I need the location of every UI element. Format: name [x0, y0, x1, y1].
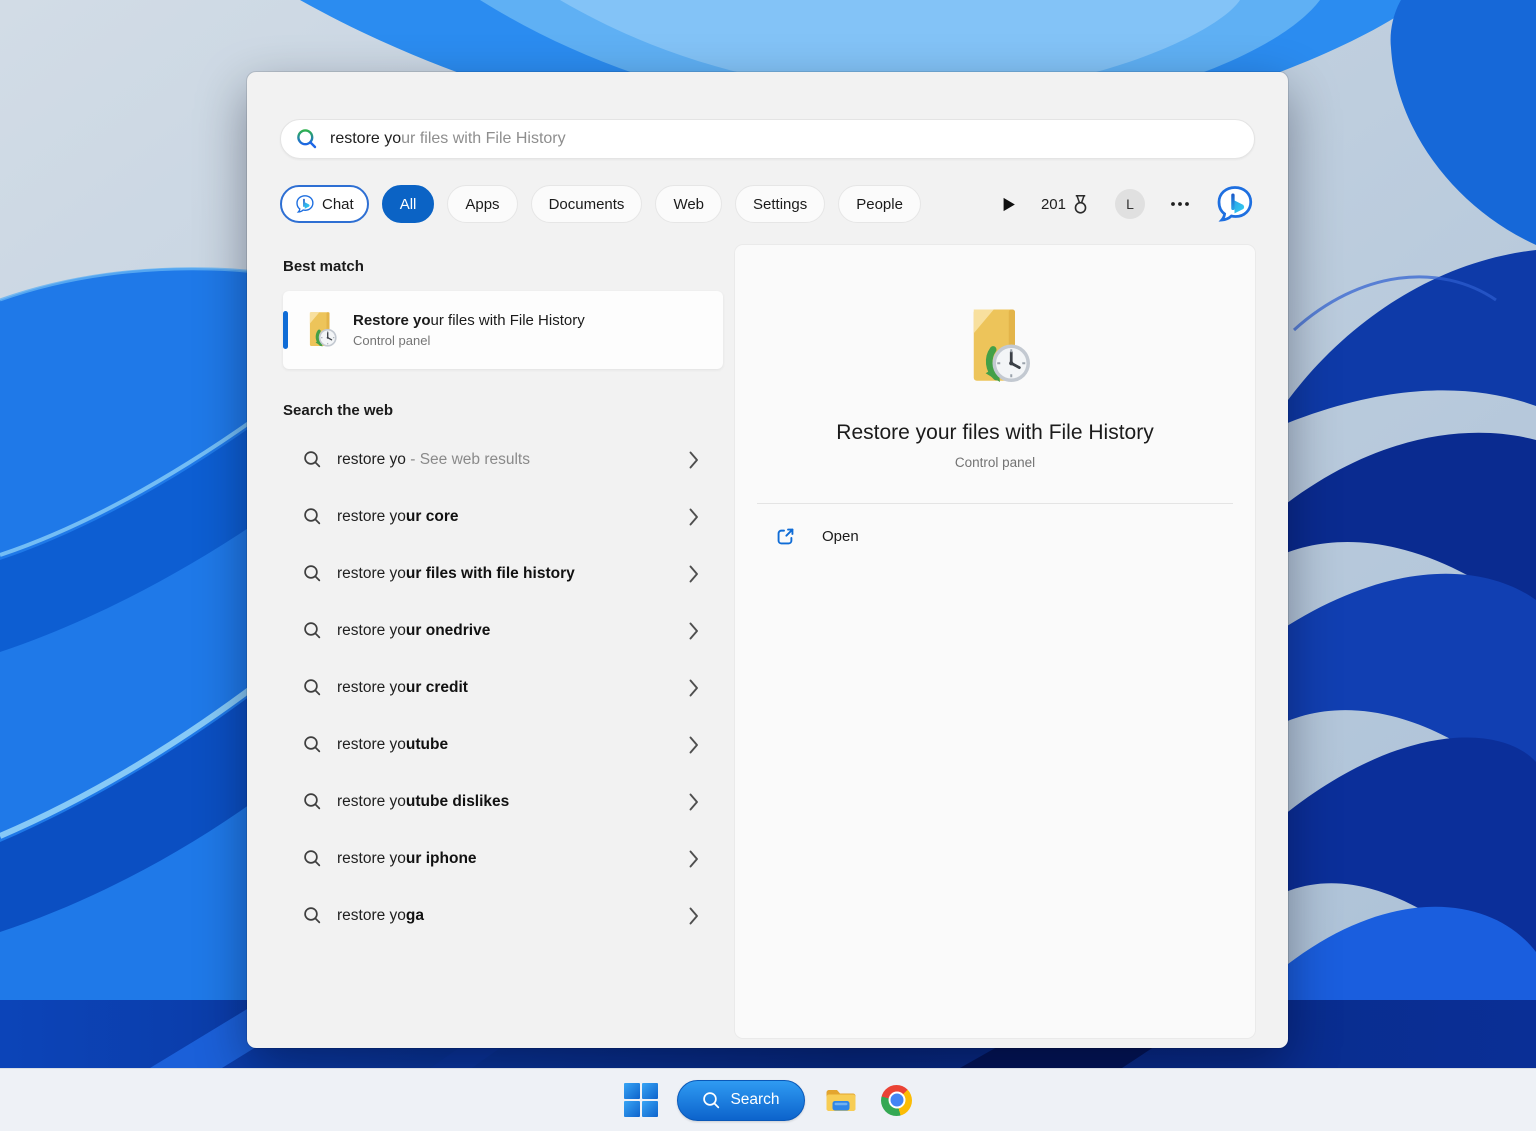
- best-match-subtitle: Control panel: [353, 333, 431, 348]
- suggestion-search-icon: [303, 678, 322, 697]
- suggestion-search-icon: [303, 564, 322, 583]
- tab-chat-label: Chat: [322, 195, 354, 213]
- windows-logo-icon: [624, 1083, 658, 1117]
- bing-chat-icon: [295, 194, 315, 214]
- tab-settings[interactable]: Settings: [735, 185, 826, 223]
- best-match-title: Restore your files with File History: [353, 312, 585, 329]
- web-suggestion-row[interactable]: restore yoga: [283, 887, 723, 944]
- preview-title: Restore your files with File History: [836, 421, 1154, 444]
- web-suggestion-row[interactable]: restore your credit: [283, 659, 723, 716]
- suggestion-text: restore your iphone: [337, 849, 477, 867]
- chevron-right-icon: [689, 451, 699, 469]
- search-gradient-icon: [296, 128, 318, 150]
- open-external-icon: [775, 526, 796, 547]
- suggestion-search-icon: [303, 849, 322, 868]
- desktop: restore your files with File History Cha…: [0, 0, 1536, 1131]
- web-suggestion-row[interactable]: restore your core: [283, 488, 723, 545]
- taskbar: Search: [0, 1068, 1536, 1131]
- avatar-initial: L: [1126, 196, 1134, 212]
- suggestion-search-icon: [303, 621, 322, 640]
- rewards-points: 201: [1040, 195, 1066, 213]
- chevron-right-icon: [689, 565, 699, 583]
- expand-filters-play-icon[interactable]: [1003, 197, 1016, 212]
- suggestion-text: restore your core: [337, 507, 459, 525]
- file-history-icon: [301, 311, 339, 349]
- chevron-right-icon: [689, 508, 699, 526]
- file-explorer-button[interactable]: [820, 1082, 862, 1118]
- suggestion-text: restore youtube: [337, 735, 449, 753]
- chevron-right-icon: [689, 679, 699, 697]
- chrome-icon: [881, 1084, 912, 1116]
- tab-web[interactable]: Web: [655, 185, 723, 223]
- suggestion-text: restore your credit: [337, 678, 468, 696]
- preview-pane: Restore your files with File History Con…: [735, 245, 1255, 1038]
- tab-apps[interactable]: Apps: [447, 185, 518, 223]
- open-label: Open: [822, 528, 859, 545]
- suggestion-text: restore your files with file history: [337, 564, 575, 582]
- web-suggestion-row[interactable]: restore youtube: [283, 716, 723, 773]
- chrome-button[interactable]: [877, 1081, 916, 1120]
- suggestion-search-icon: [303, 735, 322, 754]
- filter-bar-right-cluster: 201 L: [1003, 184, 1255, 224]
- best-match-text: Restore your files with File History Con…: [353, 312, 585, 348]
- taskbar-search-icon: [702, 1091, 721, 1110]
- results-column: Best match Restore your files with File …: [283, 258, 723, 944]
- tab-all[interactable]: All: [381, 185, 435, 223]
- suggestion-search-icon: [303, 906, 322, 925]
- search-the-web-label: Search the web: [283, 402, 394, 419]
- chevron-right-icon: [689, 907, 699, 925]
- web-suggestion-row[interactable]: restore youtube dislikes: [283, 773, 723, 830]
- suggestion-text: restore yoga: [337, 906, 425, 924]
- preview-divider: [757, 503, 1233, 504]
- start-button[interactable]: [620, 1079, 662, 1121]
- suggestion-text: restore yo - See web results: [337, 450, 530, 468]
- chevron-right-icon: [689, 793, 699, 811]
- rewards-medal-icon: [1071, 194, 1090, 215]
- file-history-large-icon: [955, 307, 1035, 387]
- suggestion-search-icon: [303, 792, 322, 811]
- best-match-accent-bar: [283, 311, 288, 349]
- search-flyout-panel: restore your files with File History Cha…: [247, 72, 1288, 1048]
- tab-chat[interactable]: Chat: [280, 185, 369, 223]
- user-avatar[interactable]: L: [1115, 189, 1145, 219]
- search-query-text: restore your files with File History: [330, 130, 566, 148]
- taskbar-search-button[interactable]: Search: [677, 1079, 805, 1121]
- search-typed-text: restore yo: [330, 130, 402, 147]
- rewards-counter[interactable]: 201: [1041, 194, 1090, 215]
- filter-pills: All Apps Documents Web Settings People: [381, 185, 921, 223]
- suggestion-search-icon: [303, 450, 322, 469]
- preview-subtitle: Control panel: [954, 455, 1036, 470]
- best-match-result[interactable]: Restore your files with File History Con…: [283, 291, 723, 369]
- web-suggestions: restore yo - See web results restore your…: [283, 431, 723, 944]
- tab-people[interactable]: People: [838, 185, 921, 223]
- search-input[interactable]: restore your files with File History: [280, 119, 1255, 159]
- open-action[interactable]: Open: [775, 526, 1255, 547]
- web-suggestion-row[interactable]: restore your iphone: [283, 830, 723, 887]
- web-suggestion-row[interactable]: restore yo - See web results: [283, 431, 723, 488]
- best-match-label: Best match: [283, 258, 364, 275]
- chevron-right-icon: [689, 850, 699, 868]
- web-suggestion-row[interactable]: restore your files with file history: [283, 545, 723, 602]
- suggestion-search-icon: [303, 507, 322, 526]
- more-options-icon[interactable]: [1170, 201, 1190, 207]
- suggestion-text: restore youtube dislikes: [337, 792, 510, 810]
- taskbar-search-label: Search: [730, 1091, 780, 1108]
- chevron-right-icon: [689, 736, 699, 754]
- search-autocomplete-text: ur files with File History: [401, 130, 566, 147]
- bing-icon[interactable]: [1215, 184, 1255, 224]
- file-explorer-icon: [824, 1086, 858, 1114]
- web-suggestion-row[interactable]: restore your onedrive: [283, 602, 723, 659]
- search-filter-bar: Chat All Apps Documents Web Settings People 2…: [280, 184, 1255, 224]
- tab-documents[interactable]: Documents: [530, 185, 643, 223]
- suggestion-text: restore your onedrive: [337, 621, 491, 639]
- chevron-right-icon: [689, 622, 699, 640]
